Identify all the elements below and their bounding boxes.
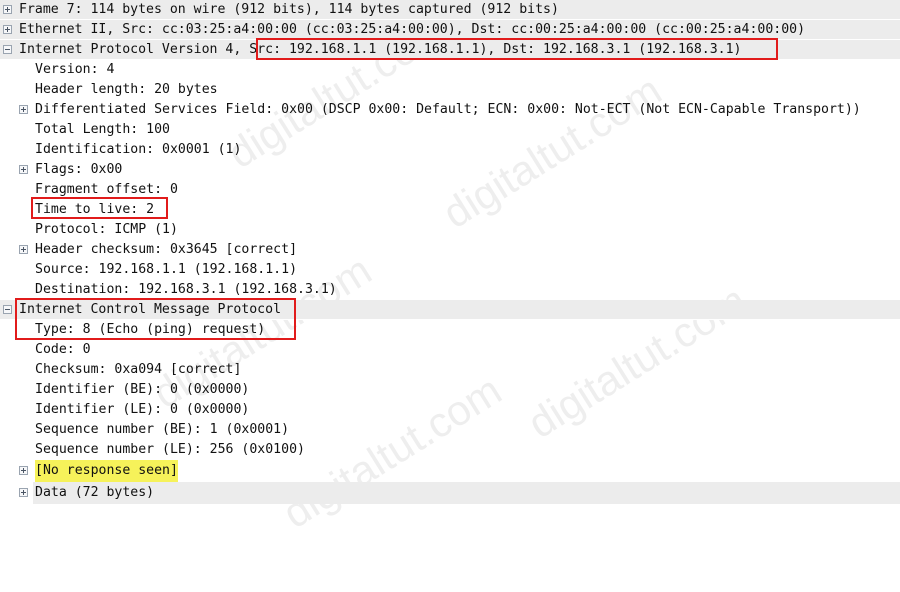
tree-row-identifier-le[interactable]: Identifier (LE): 0 (0x0000) — [0, 400, 900, 420]
tree-row-identification[interactable]: Identification: 0x0001 (1) — [0, 140, 900, 160]
collapse-icon[interactable] — [3, 45, 12, 54]
tree-row-version[interactable]: Version: 4 — [0, 60, 900, 80]
ip-address-summary: Src: 192.168.1.1 (192.168.1.1), Dst: 192… — [249, 42, 742, 57]
row-label: Time to live: 2 — [35, 202, 155, 217]
packet-details-tree: Frame 7: 114 bytes on wire (912 bits), 1… — [0, 0, 900, 504]
expand-icon[interactable] — [19, 466, 28, 475]
tree-row-sequence-be[interactable]: Sequence number (BE): 1 (0x0001) — [0, 420, 900, 440]
tree-row-protocol[interactable]: Protocol: ICMP (1) — [0, 220, 900, 240]
row-label: Frame 7: 114 bytes on wire (912 bits), 1… — [19, 2, 559, 17]
collapse-icon[interactable] — [3, 305, 12, 314]
row-label: Protocol: ICMP (1) — [35, 222, 178, 237]
row-label: Data (72 bytes) — [35, 485, 155, 500]
row-label: Internet Protocol Version 4, — [19, 42, 250, 57]
tree-row-icmp[interactable]: Internet Control Message Protocol — [0, 300, 900, 320]
row-label: Identifier (BE): 0 (0x0000) — [35, 382, 250, 397]
expand-icon[interactable] — [19, 165, 28, 174]
tree-row-destination[interactable]: Destination: 192.168.3.1 (192.168.3.1) — [0, 280, 900, 300]
expand-icon[interactable] — [19, 245, 28, 254]
tree-row-header-length[interactable]: Header length: 20 bytes — [0, 80, 900, 100]
expand-icon[interactable] — [3, 5, 12, 14]
row-label: Identification: 0x0001 (1) — [35, 142, 242, 157]
tree-row-no-response[interactable]: [No response seen] — [0, 460, 900, 482]
tree-row-icmp-type[interactable]: Type: 8 (Echo (ping) request) — [0, 320, 900, 340]
tree-row-sequence-le[interactable]: Sequence number (LE): 256 (0x0100) — [0, 440, 900, 460]
row-label: Differentiated Services Field: 0x00 (DSC… — [35, 102, 861, 117]
no-response-warning: [No response seen] — [35, 460, 178, 482]
tree-row-data[interactable]: Data (72 bytes) — [0, 482, 900, 504]
row-label: Checksum: 0xa094 [correct] — [35, 362, 242, 377]
expand-icon[interactable] — [19, 488, 28, 497]
row-label: Internet Control Message Protocol — [19, 302, 282, 317]
row-label: Flags: 0x00 — [35, 162, 123, 177]
tree-row-total-length[interactable]: Total Length: 100 — [0, 120, 900, 140]
tree-row-header-checksum[interactable]: Header checksum: 0x3645 [correct] — [0, 240, 900, 260]
row-label: Total Length: 100 — [35, 122, 170, 137]
row-label: Source: 192.168.1.1 (192.168.1.1) — [35, 262, 298, 277]
tree-row-ethernet[interactable]: Ethernet II, Src: cc:03:25:a4:00:00 (cc:… — [0, 20, 900, 40]
row-label: Ethernet II, Src: cc:03:25:a4:00:00 (cc:… — [19, 22, 806, 37]
row-label: Sequence number (LE): 256 (0x0100) — [35, 442, 305, 457]
row-label: Code: 0 — [35, 342, 91, 357]
row-label: Identifier (LE): 0 (0x0000) — [35, 402, 250, 417]
row-label: Type: 8 (Echo (ping) request) — [35, 322, 266, 337]
row-label: Version: 4 — [35, 62, 115, 77]
tree-row-identifier-be[interactable]: Identifier (BE): 0 (0x0000) — [0, 380, 900, 400]
tree-row-source[interactable]: Source: 192.168.1.1 (192.168.1.1) — [0, 260, 900, 280]
row-label: Sequence number (BE): 1 (0x0001) — [35, 422, 290, 437]
tree-row-dsfield[interactable]: Differentiated Services Field: 0x00 (DSC… — [0, 100, 900, 120]
tree-row-icmp-checksum[interactable]: Checksum: 0xa094 [correct] — [0, 360, 900, 380]
tree-row-fragment-offset[interactable]: Fragment offset: 0 — [0, 180, 900, 200]
row-label: Fragment offset: 0 — [35, 182, 178, 197]
tree-row-frame[interactable]: Frame 7: 114 bytes on wire (912 bits), 1… — [0, 0, 900, 20]
tree-row-flags[interactable]: Flags: 0x00 — [0, 160, 900, 180]
tree-row-ipv4[interactable]: Internet Protocol Version 4, Src: 192.16… — [0, 40, 900, 60]
tree-row-ttl[interactable]: Time to live: 2 — [0, 200, 900, 220]
expand-icon[interactable] — [3, 25, 12, 34]
row-label: Destination: 192.168.3.1 (192.168.3.1) — [35, 282, 337, 297]
expand-icon[interactable] — [19, 105, 28, 114]
row-label: Header length: 20 bytes — [35, 82, 218, 97]
tree-row-icmp-code[interactable]: Code: 0 — [0, 340, 900, 360]
row-label: Header checksum: 0x3645 [correct] — [35, 242, 298, 257]
